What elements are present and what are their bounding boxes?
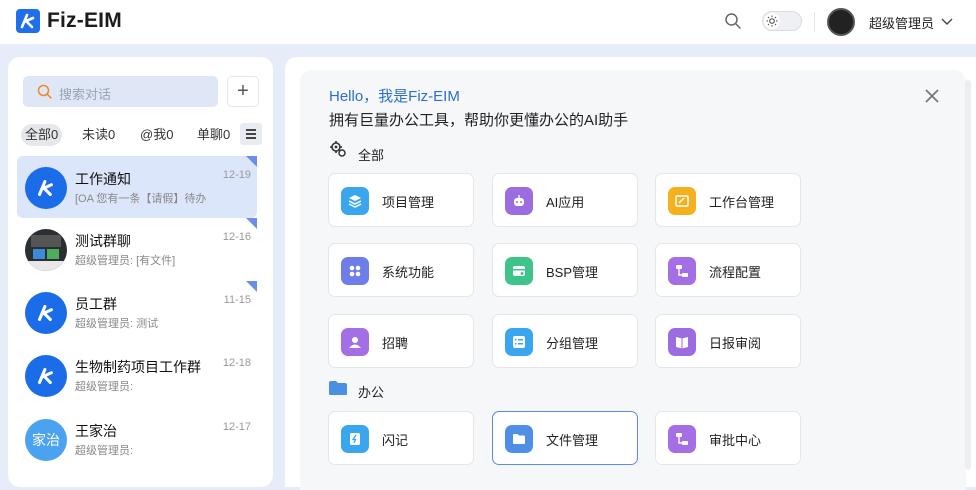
user-avatar[interactable] — [827, 8, 855, 36]
close-icon[interactable] — [924, 88, 940, 104]
conversation-item[interactable]: 家治 王家治 12-17 超级管理员: — [17, 408, 257, 470]
conversation-name: 工作通知 — [75, 171, 131, 187]
app-card-workbench[interactable]: 工作台管理 — [655, 173, 801, 227]
app-card-ai[interactable]: AI应用 — [492, 173, 638, 227]
app-label: 招聘 — [382, 336, 409, 351]
conversation-panel: 搜索对话 + 全部0 未读0 @我0 单聊0 工作通知 12-19 [OA 您有… — [8, 57, 273, 487]
app-label: 工作台管理 — [709, 195, 775, 210]
recruit-icon — [341, 328, 369, 356]
filter-direct[interactable]: 单聊0 — [197, 124, 230, 146]
app-label: 闪记 — [382, 433, 409, 448]
conversation-date: 12-18 — [222, 357, 251, 369]
app-title: Fiz-EIM — [47, 9, 122, 32]
filter-unread[interactable]: 未读0 — [82, 124, 115, 146]
group-icon — [505, 328, 533, 356]
pinned-marker — [246, 281, 257, 292]
conversation-item[interactable]: 测试群聊 12-16 超级管理员: [有文件] — [17, 218, 257, 280]
app-card-project[interactable]: 项目管理 — [328, 173, 474, 227]
layers-icon — [341, 187, 369, 215]
conversation-search-input[interactable]: 搜索对话 — [23, 76, 218, 107]
app-logo-icon — [25, 167, 67, 209]
conversation-preview: 超级管理员: — [75, 445, 134, 457]
group-avatar — [25, 229, 67, 271]
book-icon — [668, 328, 696, 356]
filter-all[interactable]: 全部0 — [21, 124, 63, 146]
app-logo-icon — [25, 292, 67, 334]
flow-icon — [668, 257, 696, 285]
app-card-approval[interactable]: 审批中心 — [655, 411, 801, 465]
app-label: 文件管理 — [546, 433, 599, 448]
app-card-group[interactable]: 分组管理 — [492, 314, 638, 368]
app-label: 流程配置 — [709, 265, 762, 280]
user-name[interactable]: 超级管理员 — [869, 13, 934, 32]
app-label: 审批中心 — [709, 433, 762, 448]
conversation-date: 12-17 — [222, 421, 251, 433]
app-card-system[interactable]: 系统功能 — [328, 243, 474, 297]
gears-icon — [329, 140, 347, 158]
app-card-flow[interactable]: 流程配置 — [655, 243, 801, 297]
app-label: 日报审阅 — [709, 336, 762, 351]
filter-mentions[interactable]: @我0 — [140, 124, 173, 146]
conversation-date: 12-16 — [222, 231, 251, 243]
main-panel: Hello，我是Fiz-EIM 拥有巨量办公工具，帮助你更懂办公的AI助手 全部… — [285, 57, 976, 490]
sun-icon — [764, 13, 780, 29]
app-card-bsp[interactable]: BSP管理 — [492, 243, 638, 297]
section-title: 全部 — [358, 148, 385, 163]
conversation-date: 11-15 — [223, 294, 251, 306]
conversation-preview: [OA 您有一条【请假】待办 — [75, 193, 207, 205]
app-label: BSP管理 — [546, 265, 599, 280]
conversation-name: 王家治 — [75, 423, 117, 439]
app-card-file-manager[interactable]: 文件管理 — [492, 411, 638, 465]
app-label: 项目管理 — [382, 195, 435, 210]
conversation-preview: 超级管理员: — [75, 381, 134, 393]
assistant-card: Hello，我是Fiz-EIM 拥有巨量办公工具，帮助你更懂办公的AI助手 全部… — [300, 70, 966, 490]
app-logo-icon — [25, 355, 67, 397]
conversation-name: 测试群聊 — [75, 233, 131, 249]
chevron-down-icon[interactable] — [940, 14, 954, 28]
search-placeholder: 搜索对话 — [59, 87, 112, 102]
filter-menu-icon[interactable] — [240, 123, 262, 145]
scrollbar[interactable] — [965, 80, 971, 470]
robot-icon — [505, 187, 533, 215]
greeting: Hello，我是Fiz-EIM — [329, 88, 460, 105]
approval-icon — [668, 425, 696, 453]
folder-icon — [328, 380, 348, 398]
bsp-icon — [505, 257, 533, 285]
contact-avatar: 家治 — [25, 419, 67, 461]
note-icon — [341, 425, 369, 453]
conversation-preview: 超级管理员: [有文件] — [75, 255, 176, 267]
top-bar: Fiz-EIM 超级管理员 — [0, 0, 976, 44]
conversation-name: 员工群 — [75, 296, 117, 312]
search-icon[interactable] — [724, 12, 742, 30]
conversation-item[interactable]: 员工群 11-15 超级管理员: 测试 — [17, 281, 257, 343]
pinned-marker — [246, 218, 257, 229]
conversation-preview: 超级管理员: 测试 — [75, 318, 159, 330]
subtitle: 拥有巨量办公工具，帮助你更懂办公的AI助手 — [329, 112, 629, 129]
app-label: AI应用 — [546, 195, 585, 210]
modules-icon — [341, 257, 369, 285]
app-label: 系统功能 — [382, 265, 435, 280]
conversation-item[interactable]: 生物制药项目工作群 12-18 超级管理员: — [17, 344, 257, 406]
app-card-flash-note[interactable]: 闪记 — [328, 411, 474, 465]
section-title: 办公 — [358, 385, 385, 400]
conversation-item[interactable]: 工作通知 12-19 [OA 您有一条【请假】待办 — [17, 156, 257, 218]
pinned-marker — [246, 156, 257, 167]
workbench-icon — [668, 187, 696, 215]
search-icon — [37, 84, 52, 99]
app-logo-icon — [16, 9, 40, 33]
app-label: 分组管理 — [546, 336, 599, 351]
app-card-recruit[interactable]: 招聘 — [328, 314, 474, 368]
add-conversation-button[interactable]: + — [227, 76, 259, 107]
conversation-date: 12-19 — [222, 169, 251, 181]
app-card-daily-report[interactable]: 日报审阅 — [655, 314, 801, 368]
theme-toggle[interactable] — [762, 11, 802, 31]
conversation-name: 生物制药项目工作群 — [75, 359, 201, 375]
folder-open-icon — [505, 425, 533, 453]
header-divider — [814, 12, 815, 32]
